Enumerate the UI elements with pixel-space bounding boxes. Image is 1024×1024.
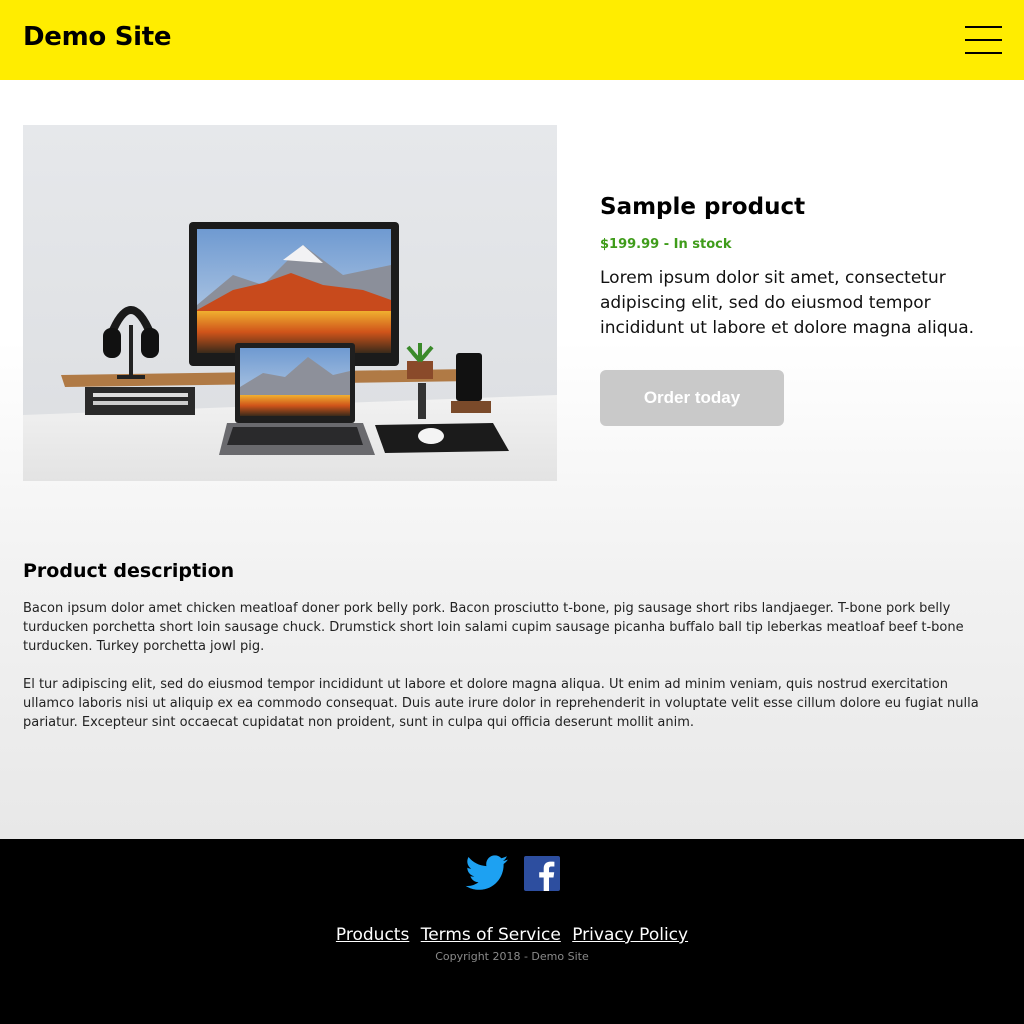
desk-setup-illustration [23, 125, 557, 481]
copyright-text: Copyright 2018 - Demo Site [435, 950, 589, 963]
site-footer: Products Terms of Service Privacy Policy [0, 839, 1024, 1024]
social-links [465, 855, 565, 891]
menu-line [965, 52, 1002, 54]
footer-link-terms[interactable]: Terms of Service [421, 925, 561, 945]
product-lead: Lorem ipsum dolor sit amet, consectetur … [600, 268, 975, 338]
description-paragraph: El tur adipiscing elit, sed do eiusmod t… [23, 677, 979, 730]
price-stock-label: $199.99 - In stock [600, 237, 732, 252]
description-heading: Product description [23, 560, 235, 582]
main-content: Sample product $199.99 - In stock Lorem … [0, 80, 1024, 839]
footer-link-privacy[interactable]: Privacy Policy [572, 925, 688, 945]
footer-link-products[interactable]: Products [336, 925, 409, 945]
product-title: Sample product [600, 194, 806, 220]
site-brand[interactable]: Demo Site [23, 22, 172, 52]
twitter-icon[interactable] [465, 855, 509, 895]
hamburger-menu-icon[interactable] [965, 25, 1002, 55]
order-button[interactable]: Order today [600, 370, 784, 426]
description-paragraph: Bacon ipsum dolor amet chicken meatloaf … [23, 601, 964, 654]
menu-line [965, 39, 1002, 41]
product-image [23, 125, 557, 481]
menu-line [965, 26, 1002, 28]
footer-links: Products Terms of Service Privacy Policy [0, 925, 1024, 945]
site-header: Demo Site [0, 0, 1024, 80]
facebook-icon[interactable] [524, 856, 560, 895]
